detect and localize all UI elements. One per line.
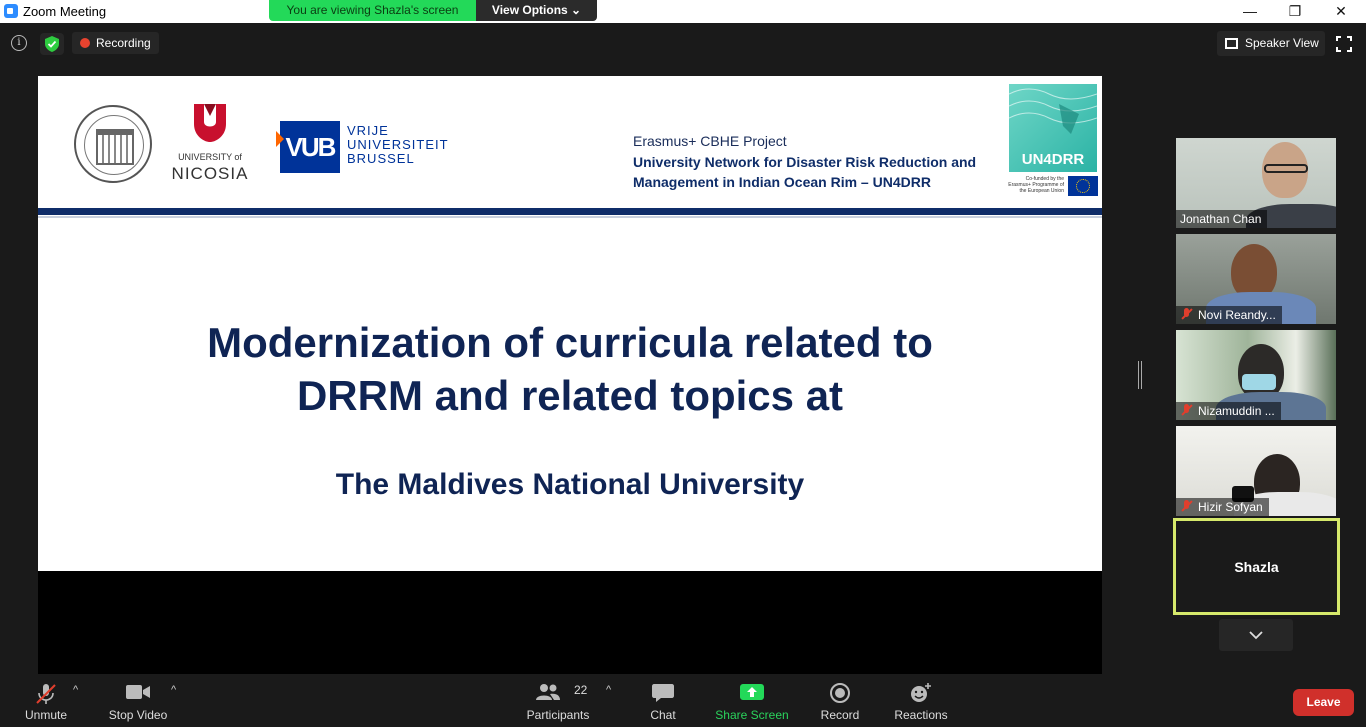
minimize-button[interactable]: — bbox=[1227, 1, 1273, 21]
share-screen-button[interactable]: Share Screen bbox=[712, 674, 792, 727]
self-video-tile[interactable]: Shazla bbox=[1173, 518, 1340, 615]
leave-button[interactable]: Leave bbox=[1293, 689, 1354, 716]
participants-icon bbox=[536, 684, 560, 700]
participant-tile[interactable]: Jonathan Chan bbox=[1176, 138, 1336, 228]
audio-options-caret-icon[interactable]: ^ bbox=[73, 684, 78, 696]
view-options-button[interactable]: View Options ⌄ bbox=[476, 0, 597, 21]
record-button[interactable]: Record bbox=[815, 674, 865, 727]
chevron-down-icon bbox=[1249, 631, 1263, 640]
meeting-toolbar: Unmute ^ Stop Video ^ Participants 22 ^ … bbox=[0, 674, 1366, 727]
share-screen-label: Share Screen bbox=[715, 708, 789, 722]
header-rule bbox=[38, 208, 1102, 215]
chat-button[interactable]: Chat bbox=[638, 674, 688, 727]
university-of-nicosia-logo: UNIVERSITY of NICOSIA bbox=[170, 104, 250, 184]
reactions-button[interactable]: Reactions bbox=[890, 674, 952, 727]
speaker-view-button[interactable]: Speaker View bbox=[1217, 31, 1325, 56]
video-camera-icon bbox=[126, 685, 150, 699]
mic-muted-icon bbox=[1180, 500, 1194, 512]
project-label: Erasmus+ CBHE Project bbox=[633, 133, 787, 149]
university-of-label: UNIVERSITY of bbox=[178, 152, 242, 162]
meeting-topbar: i Recording Speaker View bbox=[0, 23, 1366, 63]
recording-label: Recording bbox=[96, 36, 151, 50]
close-button[interactable]: ✕ bbox=[1318, 1, 1364, 21]
reactions-label: Reactions bbox=[894, 708, 948, 722]
slide-title: Modernization of curricula related to DR… bbox=[98, 316, 1042, 422]
participant-name: Hizir Sofyan bbox=[1176, 498, 1269, 516]
window-titlebar: Zoom Meeting — ❐ ✕ bbox=[0, 0, 1366, 23]
zoom-app-icon bbox=[4, 4, 18, 18]
video-options-caret-icon[interactable]: ^ bbox=[171, 684, 176, 696]
record-label: Record bbox=[820, 708, 860, 722]
vub-text-line: UNIVERSITEIT bbox=[347, 137, 449, 152]
participant-count: 22 bbox=[574, 683, 588, 697]
unmute-button[interactable]: Unmute bbox=[16, 674, 76, 727]
participant-name: Nizamuddin ... bbox=[1176, 402, 1281, 420]
participants-label: Participants bbox=[526, 708, 590, 722]
mic-muted-icon bbox=[1180, 308, 1194, 320]
reactions-icon bbox=[911, 683, 931, 702]
stop-video-button[interactable]: Stop Video bbox=[103, 674, 173, 727]
nicosia-label: NICOSIA bbox=[171, 164, 249, 183]
info-icon[interactable]: i bbox=[11, 35, 27, 51]
panel-resize-handle[interactable] bbox=[1138, 361, 1142, 389]
project-name: University Network for Disaster Risk Red… bbox=[633, 154, 977, 190]
viewing-screen-banner: You are viewing Shazla's screen bbox=[269, 0, 476, 21]
vub-text-line: BRUSSEL bbox=[347, 151, 415, 166]
speaker-view-icon bbox=[1225, 38, 1238, 49]
shared-screen: UNIVERSITY of NICOSIA VUB VRIJE UNIVERSI… bbox=[38, 76, 1102, 674]
participant-name: Novi Reandy... bbox=[1176, 306, 1282, 324]
nicosia-mark-icon bbox=[194, 104, 226, 142]
un4drr-label: UN4DRR bbox=[1021, 151, 1085, 168]
header-rule-thin bbox=[38, 216, 1102, 218]
stop-video-label: Stop Video bbox=[108, 708, 168, 722]
recording-dot-icon bbox=[80, 38, 90, 48]
restore-button[interactable]: ❐ bbox=[1272, 1, 1318, 21]
participant-name: Jonathan Chan bbox=[1176, 210, 1268, 228]
vub-logo: VUB bbox=[276, 121, 340, 173]
vub-text: VRIJE UNIVERSITEIT BRUSSEL bbox=[347, 124, 449, 166]
participant-name-text: Nizamuddin ... bbox=[1198, 404, 1275, 418]
mic-muted-icon bbox=[1180, 404, 1194, 416]
vub-text-line: VRIJE bbox=[347, 123, 389, 138]
chat-icon bbox=[652, 684, 674, 702]
presentation-slide: UNIVERSITY of NICOSIA VUB VRIJE UNIVERSI… bbox=[38, 76, 1102, 571]
participant-tile[interactable]: Nizamuddin ... bbox=[1176, 330, 1336, 420]
university-seal-logo bbox=[74, 105, 152, 183]
eu-flag-icon bbox=[1068, 176, 1098, 196]
participants-options-caret-icon[interactable]: ^ bbox=[606, 684, 611, 696]
recording-indicator[interactable]: Recording bbox=[72, 32, 159, 54]
share-screen-icon bbox=[740, 684, 764, 700]
slide-title-line: DRRM and related topics at bbox=[296, 372, 844, 419]
slide-header: UNIVERSITY of NICOSIA VUB VRIJE UNIVERSI… bbox=[38, 76, 1102, 208]
chat-label: Chat bbox=[650, 708, 676, 722]
slide-title-line: Modernization of curricula related to bbox=[207, 319, 933, 366]
un4drr-waves-icon bbox=[1008, 88, 1098, 134]
unmute-label: Unmute bbox=[24, 708, 68, 722]
slide-subtitle: The Maldives National University bbox=[335, 468, 805, 501]
window-title: Zoom Meeting bbox=[23, 4, 107, 19]
shield-icon[interactable] bbox=[40, 33, 64, 55]
participants-button[interactable]: Participants bbox=[523, 674, 593, 727]
record-icon bbox=[830, 683, 850, 703]
participant-tile[interactable]: Hizir Sofyan bbox=[1176, 426, 1336, 516]
un4drr-logo: UN4DRR bbox=[1008, 84, 1098, 172]
participant-tile[interactable]: Novi Reandy... bbox=[1176, 234, 1336, 324]
participant-name-text: Novi Reandy... bbox=[1198, 308, 1276, 322]
fullscreen-icon[interactable] bbox=[1336, 36, 1352, 52]
speaker-view-label: Speaker View bbox=[1245, 36, 1319, 50]
participant-name-text: Hizir Sofyan bbox=[1198, 500, 1263, 514]
gallery-scroll-down-button[interactable] bbox=[1219, 619, 1293, 651]
mic-muted-icon bbox=[36, 684, 56, 704]
self-name: Shazla bbox=[1234, 559, 1279, 575]
eu-cofunded-note: Co-funded by the Erasmus+ Programme of t… bbox=[1008, 176, 1064, 194]
participant-name-text: Jonathan Chan bbox=[1180, 212, 1262, 226]
